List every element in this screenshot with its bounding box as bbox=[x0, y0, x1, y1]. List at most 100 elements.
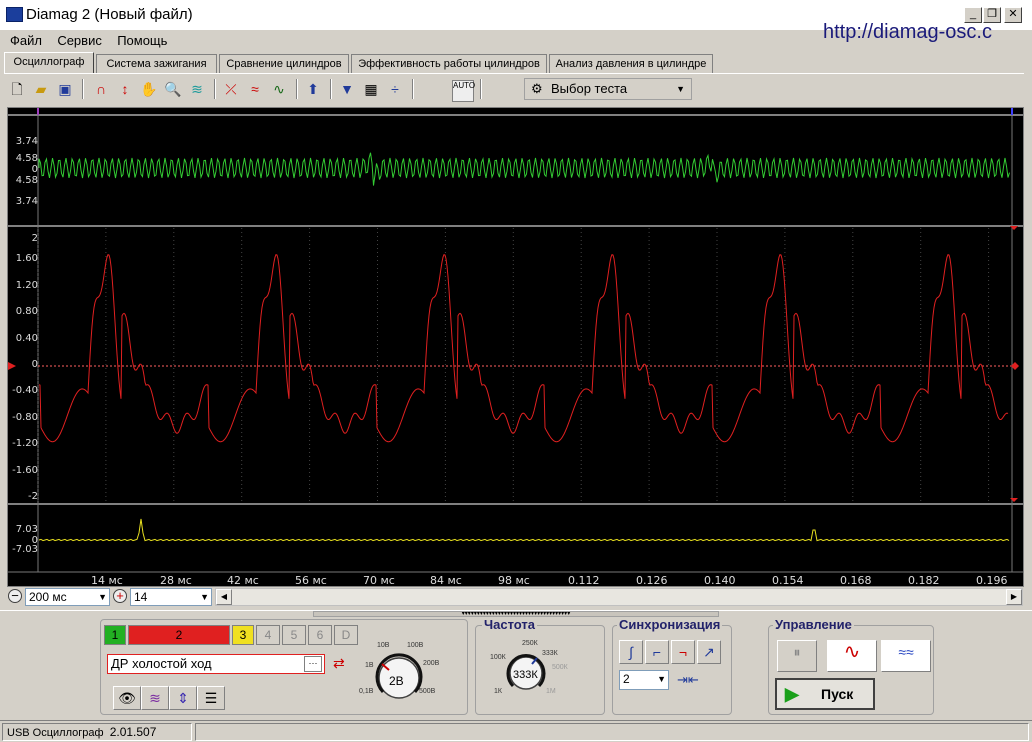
play-icon: ▶ bbox=[785, 684, 799, 704]
channel-1-button[interactable]: 1 bbox=[104, 625, 126, 645]
channel-3-button[interactable]: 3 bbox=[232, 625, 254, 645]
x-tick: 0.196 bbox=[976, 574, 1008, 587]
menu-file[interactable]: Файл bbox=[0, 30, 48, 51]
ch2-tick: 0 bbox=[31, 359, 38, 370]
frequency-title: Частота bbox=[482, 617, 538, 632]
chevron-down-icon: ▼ bbox=[657, 674, 666, 684]
auto-scale-icon[interactable]: ⬆ bbox=[302, 78, 324, 100]
ch2-tick: 2 bbox=[31, 233, 38, 244]
filter-icon[interactable]: ▼ bbox=[336, 78, 358, 100]
status-device: USB Осциллограф 2.01.507 bbox=[2, 723, 192, 741]
knob-mark: 250К bbox=[522, 640, 538, 647]
visibility-icon[interactable]: 👁 bbox=[113, 686, 141, 710]
vertical-scale-icon[interactable]: ⇕ bbox=[169, 686, 197, 710]
x-tick: 0.168 bbox=[840, 574, 872, 587]
wave-overlay-icon[interactable]: ∿ bbox=[268, 78, 290, 100]
hand-icon[interactable]: ✋ bbox=[138, 78, 160, 100]
channel-4-button[interactable]: 4 bbox=[256, 625, 280, 645]
channel-number-select[interactable]: 14 ▼ bbox=[130, 588, 212, 606]
sync-arrows-icon[interactable]: ⇥⇤ bbox=[677, 672, 699, 688]
timebase-bar: − 200 мс ▼ + 14 ▼ ◀ ▶ bbox=[7, 587, 1024, 607]
ch3-tick: -7.03 bbox=[12, 544, 38, 555]
compress-icon[interactable]: ⤫ bbox=[220, 78, 242, 100]
sync-auto-icon[interactable]: ↗ bbox=[697, 640, 721, 664]
status-version: 2.01.507 bbox=[109, 725, 157, 739]
browse-button[interactable]: ··· bbox=[304, 656, 322, 672]
sync-rising-icon[interactable]: ∫ bbox=[619, 640, 643, 664]
ch2-tick: 1.60 bbox=[15, 253, 38, 264]
knob-mark: 10В bbox=[377, 642, 390, 649]
zoom-out-icon[interactable]: − bbox=[8, 589, 22, 603]
ch2-tick: -1.20 bbox=[12, 438, 38, 449]
tab-oscillograph[interactable]: Осциллограф bbox=[4, 52, 94, 73]
tab-ignition[interactable]: Система зажигания bbox=[96, 54, 217, 73]
new-file-icon[interactable]: 🗋 bbox=[6, 78, 28, 100]
sync-step-down-icon[interactable]: ¬ bbox=[671, 640, 695, 664]
x-tick: 98 мс bbox=[498, 574, 530, 587]
swap-icon[interactable]: ⇄ bbox=[333, 655, 345, 672]
ch2-tick: -1.60 bbox=[12, 465, 38, 476]
wave-multi-icon[interactable]: ≈ bbox=[244, 78, 266, 100]
channel-buttons: 1 2 3 4 5 6 D bbox=[104, 625, 370, 647]
open-folder-icon[interactable]: ▰ bbox=[30, 78, 52, 100]
multi-wave-icon[interactable]: ≈≈ bbox=[881, 640, 931, 672]
sync-channel-select[interactable]: 2 ▼ bbox=[619, 670, 669, 690]
start-button[interactable]: ▶ Пуск bbox=[775, 678, 875, 710]
pause-icon[interactable]: ⏸ bbox=[777, 640, 817, 672]
knob-mark: 500К bbox=[552, 664, 568, 671]
cursor-arc-icon[interactable]: ∩ bbox=[90, 78, 112, 100]
tab-cylinder-efficiency[interactable]: Эффективность работы цилиндров bbox=[351, 54, 547, 73]
knob-mark: 1М bbox=[546, 688, 556, 695]
knob-mark: 0,1В bbox=[359, 688, 374, 695]
x-tick: 56 мс bbox=[295, 574, 327, 587]
lines-icon[interactable]: ☰ bbox=[197, 686, 225, 710]
channel-6-button[interactable]: 6 bbox=[308, 625, 332, 645]
menu-service[interactable]: Сервис bbox=[51, 30, 108, 51]
frequency-value: 333К bbox=[513, 669, 538, 681]
channel-3-label: 3 DIS (В) bbox=[44, 513, 106, 530]
scroll-left-icon[interactable]: ◀ bbox=[216, 589, 232, 605]
close-button[interactable]: ✕ bbox=[1004, 7, 1022, 23]
zoom-icon[interactable]: 🔍 bbox=[162, 78, 184, 100]
knob-mark: 500В bbox=[419, 688, 436, 695]
zoom-in-icon[interactable]: + bbox=[113, 589, 127, 603]
single-wave-icon[interactable]: ∿ bbox=[827, 640, 877, 672]
wave-style-icon[interactable]: ≋ bbox=[141, 686, 169, 710]
oscilloscope-display[interactable]: 1 канал № 1 (В) 3.74 4.58 0 4.58 3.74 2 … bbox=[7, 107, 1024, 587]
ch1-tick: 4.58 bbox=[15, 175, 38, 186]
x-tick: 0.112 bbox=[568, 574, 600, 587]
ch2-tick: 0.80 bbox=[15, 306, 38, 317]
x-tick: 84 мс bbox=[430, 574, 462, 587]
menu-bar: Файл Сервис Помощь bbox=[0, 30, 173, 52]
volts-knob-value: 2В bbox=[389, 674, 404, 688]
save-icon[interactable]: ▣ bbox=[54, 78, 76, 100]
waveform-canvas bbox=[8, 108, 1023, 573]
control-title: Управление bbox=[773, 617, 854, 632]
x-tick: 0.182 bbox=[908, 574, 940, 587]
sync-step-up-icon[interactable]: ⌐ bbox=[645, 640, 669, 664]
knob-mark: 200В bbox=[423, 660, 440, 667]
knob-mark: 333К bbox=[542, 650, 558, 657]
tab-cylinder-compare[interactable]: Сравнение цилиндров bbox=[219, 54, 349, 73]
ch1-tick: 3.74 bbox=[15, 136, 38, 147]
knob-mark: 100К bbox=[490, 654, 506, 661]
horizontal-scrollbar[interactable]: ◀ ▶ bbox=[215, 588, 1023, 606]
status-empty bbox=[195, 723, 1029, 741]
split-icon[interactable]: ÷ bbox=[384, 78, 406, 100]
test-select-dropdown[interactable]: ⚙ Выбор теста ▼ bbox=[524, 78, 692, 100]
timebase-select[interactable]: 200 мс ▼ bbox=[25, 588, 110, 606]
ch2-tick: -0.40 bbox=[12, 385, 38, 396]
scroll-right-icon[interactable]: ▶ bbox=[1006, 589, 1022, 605]
signal-icon[interactable]: ≋ bbox=[186, 78, 208, 100]
auto-timer-icon[interactable]: AUTO bbox=[452, 80, 475, 102]
tab-cylinder-pressure[interactable]: Анализ давления в цилиндре bbox=[549, 54, 713, 73]
grid-icon[interactable]: ▦ bbox=[360, 78, 382, 100]
cursor-vertical-icon[interactable]: ↕ bbox=[114, 78, 136, 100]
channel-2-button[interactable]: 2 bbox=[128, 625, 230, 645]
knob-mark: 100В bbox=[407, 642, 424, 649]
channel-5-button[interactable]: 5 bbox=[282, 625, 306, 645]
ch2-tick: -0.80 bbox=[12, 412, 38, 423]
ch1-tick: 4.58 bbox=[15, 153, 38, 164]
menu-help[interactable]: Помощь bbox=[111, 30, 173, 51]
channel-name-field[interactable]: ДР холостой ход bbox=[107, 654, 325, 674]
